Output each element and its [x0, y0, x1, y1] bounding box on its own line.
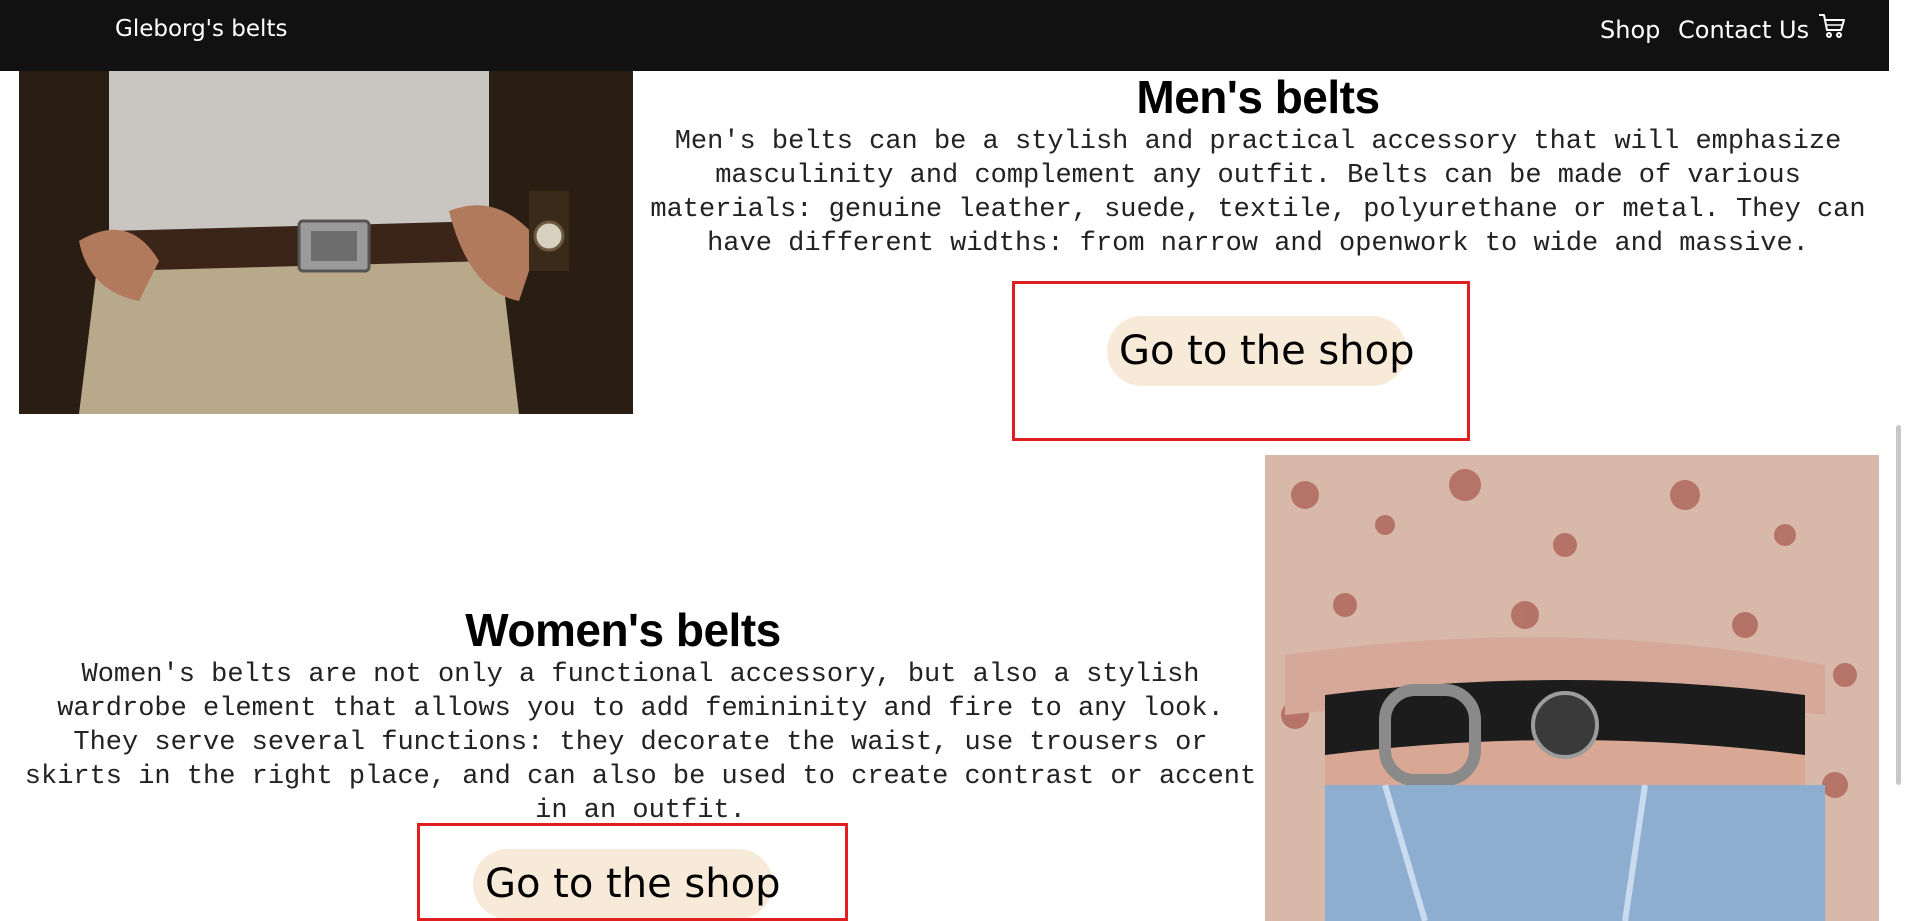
- mens-belts-description: Men's belts can be a stylish and practic…: [650, 127, 1866, 259]
- womens-go-to-shop-button[interactable]: Go to the shop: [473, 849, 780, 919]
- mens-belts-title: Men's belts: [1136, 71, 1380, 123]
- page-scrollbar[interactable]: [1889, 0, 1907, 921]
- mens-go-to-shop-button[interactable]: Go to the shop: [1107, 316, 1414, 386]
- brand-logo-link[interactable]: Gleborg's belts: [115, 16, 287, 42]
- nav-shop-link[interactable]: Shop: [1600, 16, 1660, 44]
- cart-icon[interactable]: [1817, 11, 1847, 41]
- womens-belts-description: Women's belts are not only a functional …: [24, 660, 1257, 826]
- womens-belt-photo: [1265, 455, 1879, 921]
- mens-belt-photo: [19, 71, 633, 414]
- nav-contact-link[interactable]: Contact Us: [1678, 16, 1809, 44]
- womens-belts-title: Women's belts: [465, 604, 781, 656]
- scrollbar-thumb[interactable]: [1896, 425, 1901, 785]
- top-navbar: Gleborg's belts Shop Contact Us: [0, 0, 1907, 71]
